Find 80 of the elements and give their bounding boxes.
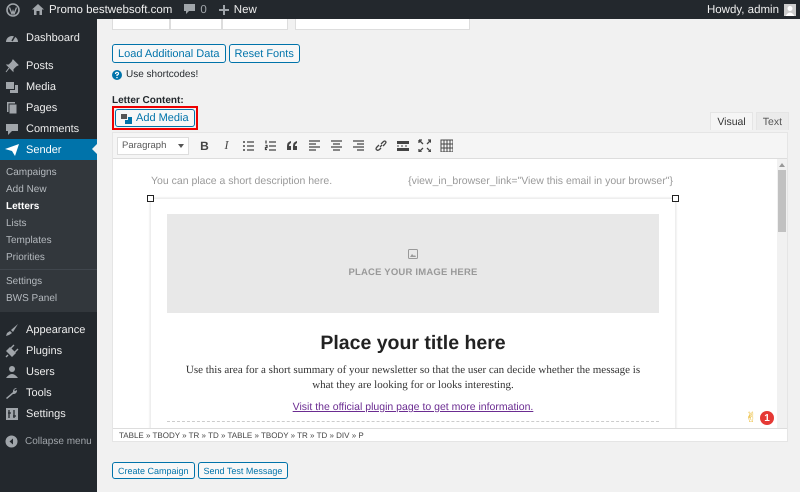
summary-text: Use this area for a short summary of your newsletter so that the user can decide whether the message is what they are looking for or looks interesting. (184, 363, 642, 393)
menu-item[interactable]: Dashboard (0, 27, 97, 48)
align-right-icon[interactable] (352, 139, 365, 152)
comment-icon[interactable] (184, 4, 196, 15)
collapse-menu-link[interactable]: Collapse menu (25, 436, 92, 447)
description-text: You can place a short description here. (151, 175, 332, 187)
paper-plane-icon (5, 142, 19, 156)
align-left-icon[interactable] (308, 139, 321, 152)
plug-icon (5, 344, 19, 358)
wordpress-logo-icon[interactable] (6, 2, 20, 16)
reset-fonts-button[interactable]: Reset Fonts (228, 44, 300, 63)
menu-item[interactable]: Posts (0, 55, 97, 76)
submenu-item[interactable]: Priorities (0, 249, 97, 266)
fullscreen-icon[interactable] (418, 139, 431, 152)
submenu-item[interactable]: Add New (0, 181, 97, 198)
home-icon[interactable] (32, 4, 44, 15)
element-path: TABLE » TBODY » TR » TD » TABLE » TBODY » TR » TD » DIV » P (113, 428, 787, 441)
submenu-item[interactable]: Letters (0, 198, 97, 215)
numbered-list-icon[interactable] (264, 139, 277, 152)
read-more-icon[interactable] (396, 139, 409, 152)
menu-item[interactable]: Tools (0, 382, 97, 403)
bulleted-list-icon[interactable] (242, 139, 255, 152)
submenu-item[interactable]: Templates (0, 232, 97, 249)
select-field[interactable] (222, 19, 288, 30)
menu-item[interactable]: Comments (0, 118, 97, 139)
menu-item[interactable]: Appearance (0, 319, 97, 340)
brush-icon (5, 322, 19, 336)
menu-item[interactable]: Settings (0, 403, 97, 424)
wrench-icon (5, 386, 19, 400)
pages-icon (5, 100, 19, 114)
submenu-item[interactable]: BWS Panel (0, 290, 97, 307)
user-icon (5, 364, 19, 378)
menu-item[interactable]: Users (0, 361, 97, 382)
template-title: Place your title here (319, 332, 507, 355)
placeholder-text: PLACE YOUR IMAGE HERE (348, 267, 478, 278)
shortcodes-link[interactable]: Use shortcodes! (126, 69, 198, 80)
select-field[interactable] (170, 19, 222, 30)
comment-count: 0 (200, 4, 207, 16)
bold-button[interactable]: B (198, 138, 211, 152)
avatar-icon[interactable] (784, 4, 796, 16)
media-icon (121, 112, 132, 124)
caret-icon (178, 144, 184, 148)
editor-tab[interactable]: Visual (710, 112, 753, 130)
submenu-item[interactable]: Campaigns (0, 164, 97, 181)
resize-handle[interactable] (147, 195, 154, 202)
section-label: Letter Content: (112, 95, 185, 106)
create-campaign-button[interactable]: Create Campaign (112, 462, 195, 479)
plugin-page-link[interactable]: Visit the official plugin page to get more information. (167, 401, 659, 413)
send-test-button[interactable]: Send Test Message (198, 462, 288, 479)
new-link[interactable]: New (234, 4, 257, 16)
toolbar-toggle-icon[interactable] (440, 139, 453, 152)
site-name-link[interactable]: Promo bestwebsoft.com (49, 4, 172, 16)
greeting-link[interactable]: Howdy, admin (706, 4, 779, 16)
media-icon (5, 80, 19, 94)
align-center-icon[interactable] (330, 139, 343, 152)
pin-icon (5, 58, 19, 72)
select-field[interactable] (112, 19, 170, 30)
add-media-button[interactable]: Add Media (115, 109, 195, 127)
comment-icon (5, 122, 19, 136)
submenu-item[interactable]: Lists (0, 215, 97, 232)
notification-badge: 1 (760, 411, 774, 425)
submenu-item[interactable]: Settings (0, 273, 97, 290)
menu-item[interactable]: Plugins (0, 340, 97, 361)
menu-item[interactable]: Pages (0, 97, 97, 118)
collapse-icon[interactable] (5, 435, 18, 448)
quote-icon[interactable] (286, 139, 299, 152)
image-icon (408, 249, 418, 259)
italic-button[interactable]: I (220, 138, 233, 153)
format-dropdown[interactable]: Paragraph (117, 136, 189, 154)
resize-handle[interactable] (672, 195, 679, 202)
scrollbar-thumb[interactable] (778, 170, 786, 232)
menu-item[interactable]: Media (0, 76, 97, 97)
shortcode-text: {view_in_browser_link="View this email in your browser"} (408, 175, 673, 187)
editor-tab[interactable]: Text (756, 112, 789, 130)
plus-icon[interactable] (218, 4, 229, 14)
help-icon[interactable] (112, 70, 122, 80)
link-icon[interactable] (374, 139, 387, 152)
menu-item[interactable]: Sender (0, 139, 97, 160)
load-data-button[interactable]: Load Additional Data (112, 44, 226, 63)
settings-icon (5, 406, 19, 420)
